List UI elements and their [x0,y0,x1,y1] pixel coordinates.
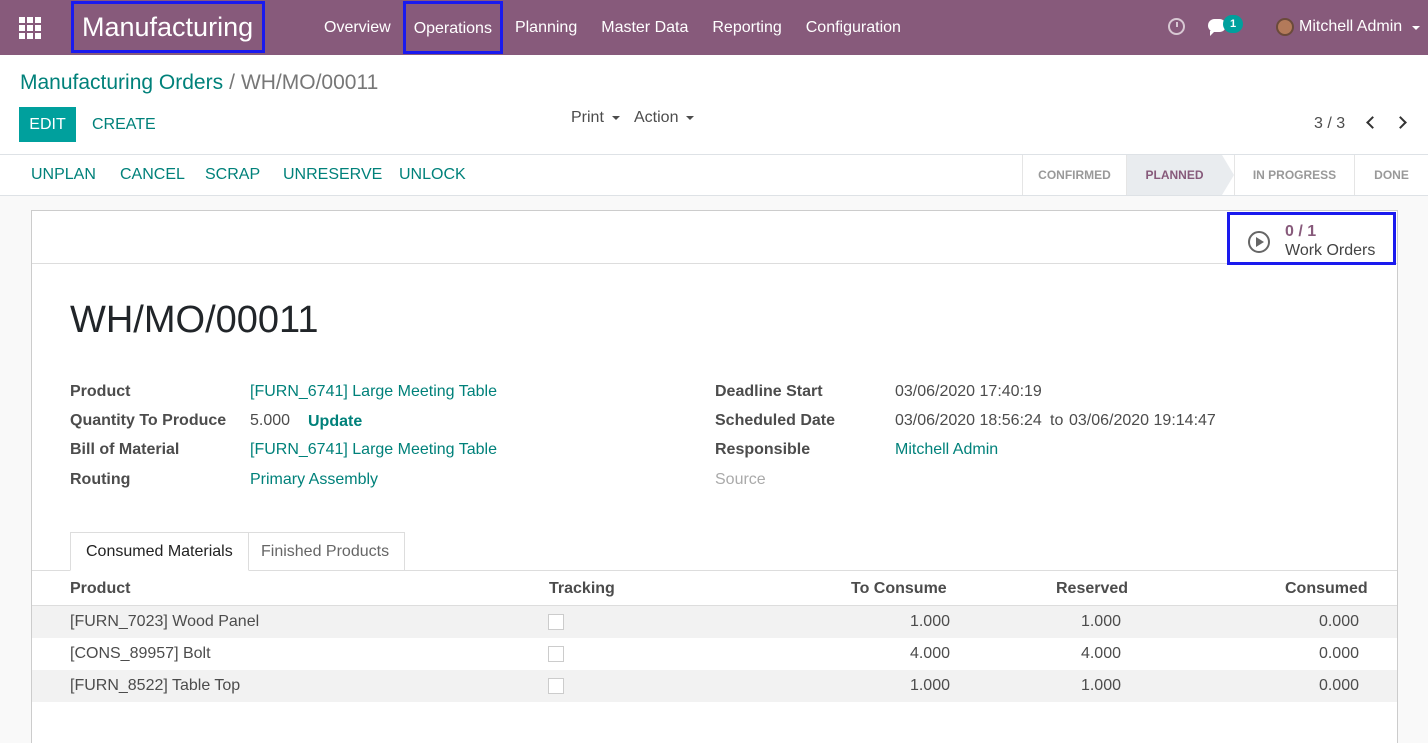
tab-consumed-materials[interactable]: Consumed Materials [70,532,249,571]
status-bar: UNPLAN CANCEL SCRAP UNRESERVE UNLOCK CON… [0,155,1428,196]
bom-label: Bill of Material [70,441,180,458]
row-to-consume: 4.000 [909,645,950,662]
unreserve-button[interactable]: UNRESERVE [283,166,382,184]
scheduled-date-to: 03/06/2020 19:14:47 [1069,412,1216,429]
unlock-button[interactable]: UNLOCK [399,166,466,184]
row-product: [CONS_89957] Bolt [70,645,211,662]
stage-confirmed[interactable]: CONFIRMED [1022,155,1126,195]
control-panel: Manufacturing Orders / WH/MO/00011 EDIT CR… [0,55,1428,155]
action-caret-icon [686,115,695,120]
row-to-consume: 1.000 [909,677,950,694]
pager-previous-icon[interactable] [1366,116,1379,129]
row-product: [FURN_8522] Table Top [70,677,241,694]
edit-button[interactable]: EDIT [19,107,76,142]
row-reserved: 1.000 [1080,677,1121,694]
activity-clock-icon[interactable] [1168,18,1185,35]
unplan-button[interactable]: UNPLAN [31,166,96,184]
table-row[interactable]: [FURN_7023] Wood Panel 1.000 1.000 0.000 [32,606,1397,638]
print-caret-icon [611,115,620,120]
column-reserved[interactable]: Reserved [1056,580,1128,598]
routing-label: Routing [70,471,131,488]
deadline-start-label: Deadline Start [715,383,823,400]
smart-button-box: 0 / 1 Work Orders [32,211,1397,265]
scheduled-date-separator: to [1050,412,1064,429]
work-orders-button[interactable]: 0 / 1 Work Orders [1227,212,1396,265]
create-button[interactable]: CREATE [92,107,156,142]
pager-next-icon[interactable] [1394,116,1407,129]
product-link[interactable]: [FURN_6741] Large Meeting Table [250,383,497,401]
row-consumed: 0.000 [1318,645,1359,662]
cancel-button[interactable]: CANCEL [120,166,185,184]
tracking-checkbox [548,678,564,694]
quantity-label: Quantity To Produce [70,412,227,429]
action-label: Action [634,109,679,126]
tracking-checkbox [548,614,564,630]
user-menu-name[interactable]: Mitchell Admin [1299,18,1402,36]
print-dropdown[interactable]: Print [571,109,620,127]
update-quantity-button[interactable]: Update [308,413,362,431]
stage-pipeline: CONFIRMED PLANNED IN PROGRESS DONE [1022,155,1428,196]
table-row[interactable]: [CONS_89957] Bolt 4.000 4.000 0.000 [32,638,1397,670]
pager-value[interactable]: 3 / 3 [1314,115,1345,133]
row-reserved: 1.000 [1080,613,1121,630]
form-sheet: 0 / 1 Work Orders WH/MO/00011 Product [F… [31,210,1398,743]
work-orders-label: Work Orders [1285,242,1376,259]
responsible-label: Responsible [715,441,811,458]
tracking-checkbox [548,646,564,662]
user-avatar[interactable] [1276,18,1294,36]
stage-in-progress[interactable]: IN PROGRESS [1234,155,1354,195]
breadcrumb-separator: / [229,71,235,94]
stage-active-arrow [1222,155,1234,195]
scheduled-date-from: 03/06/2020 18:56:24 [895,412,1042,429]
row-reserved: 4.000 [1080,645,1121,662]
row-product: [FURN_7023] Wood Panel [70,613,260,630]
user-menu-caret-icon[interactable] [1412,26,1420,30]
column-tracking[interactable]: Tracking [549,580,615,598]
breadcrumb: Manufacturing Orders / WH/MO/00011 [20,71,378,95]
menu-operations[interactable]: Operations [402,1,503,54]
tab-finished-products[interactable]: Finished Products [245,532,406,570]
top-navbar: Manufacturing Overview Operations Planni… [0,0,1428,55]
bom-link[interactable]: [FURN_6741] Large Meeting Table [250,441,497,459]
messages-count-badge: 1 [1223,15,1243,33]
table-row[interactable]: [FURN_8522] Table Top 1.000 1.000 0.000 [32,670,1397,702]
apps-grid-icon[interactable] [19,17,41,39]
print-label: Print [571,109,604,126]
action-dropdown[interactable]: Action [634,109,695,127]
menu-configuration[interactable]: Configuration [794,0,913,55]
menu-master-data[interactable]: Master Data [589,0,700,55]
quantity-value: 5.000 [250,412,291,429]
play-circle-icon [1248,231,1270,253]
source-label: Source [715,471,766,488]
deadline-start-value: 03/06/2020 17:40:19 [895,383,1042,400]
record-title: WH/MO/00011 [70,299,319,341]
breadcrumb-current: WH/MO/00011 [240,71,379,94]
breadcrumb-parent-link[interactable]: Manufacturing Orders [20,71,223,94]
row-to-consume: 1.000 [909,613,950,630]
menu-reporting[interactable]: Reporting [700,0,793,55]
scheduled-date-label: Scheduled Date [715,412,836,429]
column-consumed[interactable]: Consumed [1285,580,1368,598]
routing-link[interactable]: Primary Assembly [250,471,378,489]
stage-done[interactable]: DONE [1354,155,1428,195]
menu-planning[interactable]: Planning [503,0,589,55]
responsible-link[interactable]: Mitchell Admin [895,441,998,459]
menu-overview[interactable]: Overview [312,0,403,55]
scrap-button[interactable]: SCRAP [205,166,260,184]
column-product[interactable]: Product [70,580,130,598]
row-consumed: 0.000 [1318,677,1359,694]
main-menu: Overview Operations Planning Master Data… [312,0,913,55]
column-to-consume[interactable]: To Consume [851,580,947,598]
work-orders-count: 0 / 1 [1285,223,1317,240]
product-label: Product [70,383,131,400]
row-consumed: 0.000 [1318,613,1359,630]
stage-planned[interactable]: PLANNED [1126,155,1222,195]
app-brand[interactable]: Manufacturing [71,1,265,53]
